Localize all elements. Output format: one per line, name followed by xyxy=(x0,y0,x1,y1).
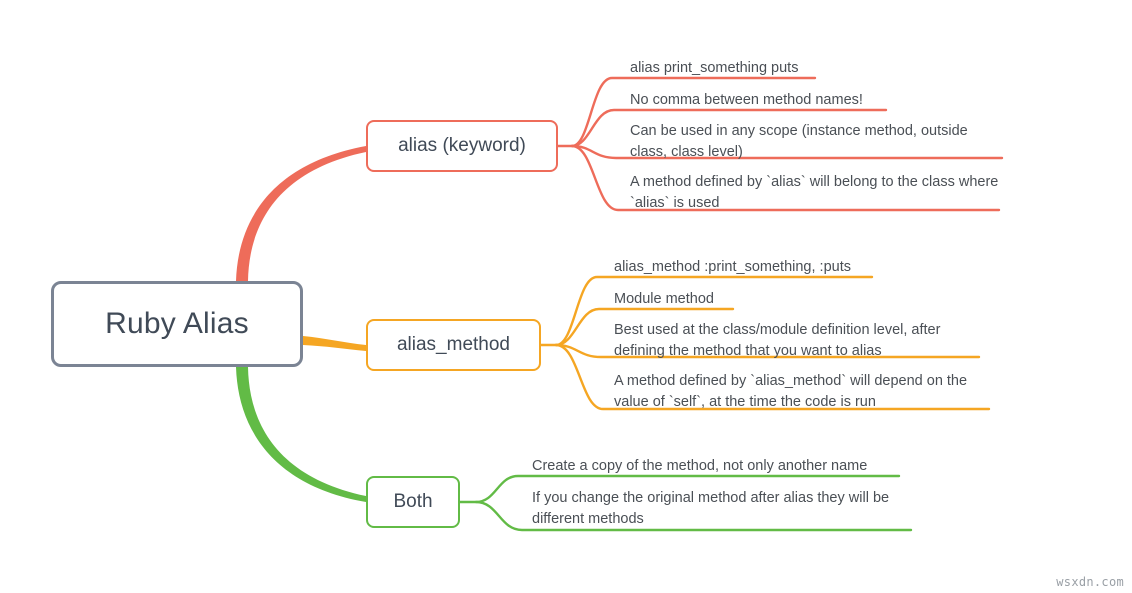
mindmap-canvas: Ruby Alias alias (keyword) alias_method … xyxy=(0,0,1132,593)
leaf-text: Module method xyxy=(614,291,714,307)
leaf-node[interactable]: Best used at the class/module definition… xyxy=(614,320,982,361)
leaf-node[interactable]: Can be used in any scope (instance metho… xyxy=(630,121,1004,162)
leaf-text: No comma between method names! xyxy=(630,92,863,108)
edge-root-to-both xyxy=(236,367,366,502)
leaf-node[interactable]: Module method xyxy=(614,289,994,310)
branch-node-alias-method[interactable]: alias_method xyxy=(366,319,541,371)
branch-label-alias-method: alias_method xyxy=(396,334,511,355)
watermark: wsxdn.com xyxy=(1056,575,1124,589)
branch-label-both: Both xyxy=(393,491,433,512)
leaf-text: If you change the original method after … xyxy=(532,490,890,527)
leaf-node[interactable]: alias_method :print_something, :puts xyxy=(614,257,994,278)
branch-label-alias-keyword: alias (keyword) xyxy=(398,135,526,156)
leaf-text: Can be used in any scope (instance metho… xyxy=(630,123,968,160)
leaf-text: A method defined by `alias` will belong … xyxy=(630,174,999,211)
leaf-text: A method defined by `alias_method` will … xyxy=(614,373,968,410)
root-node-label: Ruby Alias xyxy=(105,307,249,340)
leaf-text: Create a copy of the method, not only an… xyxy=(532,458,868,474)
leaf-node[interactable]: A method defined by `alias` will belong … xyxy=(630,172,1002,213)
branch-node-alias-keyword[interactable]: alias (keyword) xyxy=(366,120,558,172)
leaf-node[interactable]: Create a copy of the method, not only an… xyxy=(532,456,912,477)
leaf-node[interactable]: A method defined by `alias_method` will … xyxy=(614,371,986,412)
branch-node-both[interactable]: Both xyxy=(366,476,460,528)
leaf-node[interactable]: No comma between method names! xyxy=(630,90,1010,111)
leaf-text: alias_method :print_something, :puts xyxy=(614,259,851,275)
leaf-node[interactable]: If you change the original method after … xyxy=(532,488,908,529)
edge-root-to-alias-method xyxy=(303,336,366,351)
mindmap-root-node[interactable]: Ruby Alias xyxy=(51,281,303,367)
leaf-text: alias print_something puts xyxy=(630,60,799,76)
edge-root-to-alias-keyword xyxy=(236,146,366,281)
leaf-text: Best used at the class/module definition… xyxy=(614,322,941,359)
leaf-node[interactable]: alias print_something puts xyxy=(630,58,1010,79)
